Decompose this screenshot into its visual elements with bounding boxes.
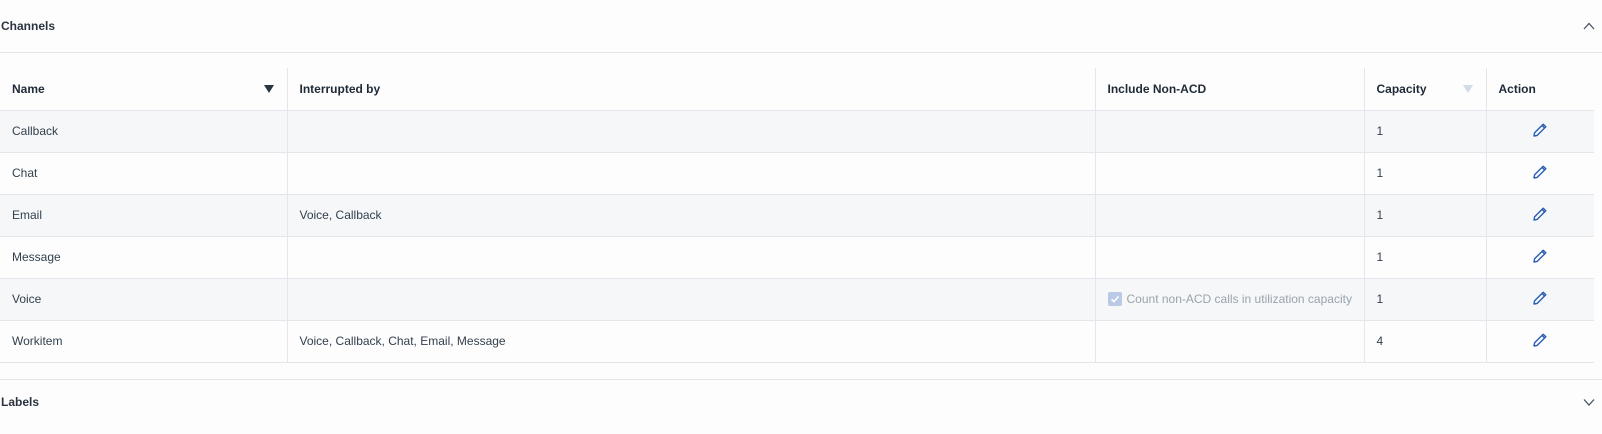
cell-interrupted-by: Voice, Callback, Chat, Email, Message	[286, 320, 1095, 363]
count-non-acd-checkbox-wrap: Count non-ACD calls in utilization capac…	[1107, 291, 1352, 306]
sort-descending-icon[interactable]	[263, 84, 275, 94]
chevron-down-icon[interactable]	[1582, 395, 1596, 409]
cell-interrupted-by	[286, 152, 1095, 195]
cell-name: Email	[0, 194, 287, 237]
table-row: Email Voice, Callback 1	[0, 194, 1594, 237]
labels-section-header[interactable]: Labels	[0, 378, 1602, 425]
cell-action	[1485, 110, 1594, 153]
cell-action	[1485, 152, 1594, 195]
count-non-acd-label: Count non-ACD calls in utilization capac…	[1126, 291, 1352, 306]
cell-interrupted-by: Voice, Callback	[286, 194, 1095, 237]
column-header-name[interactable]: Name	[0, 68, 287, 111]
channels-section-header[interactable]: Channels	[0, 0, 1602, 53]
table-row: Callback 1	[0, 110, 1594, 153]
cell-name: Callback	[0, 110, 287, 153]
edit-workitem-button[interactable]	[1531, 331, 1549, 349]
edit-email-button[interactable]	[1531, 205, 1549, 223]
sort-inactive-icon[interactable]	[1462, 84, 1474, 94]
cell-capacity: 1	[1363, 278, 1486, 321]
chevron-up-icon[interactable]	[1582, 19, 1596, 33]
channels-section-title: Channels	[1, 19, 56, 33]
cell-capacity: 1	[1363, 236, 1486, 279]
cell-name: Message	[0, 236, 287, 279]
column-header-capacity[interactable]: Capacity	[1363, 68, 1486, 111]
cell-action	[1485, 320, 1594, 363]
column-header-name-label: Name	[12, 81, 45, 96]
column-header-capacity-label: Capacity	[1376, 81, 1427, 96]
cell-name: Voice	[0, 278, 287, 321]
edit-chat-button[interactable]	[1531, 163, 1549, 181]
edit-message-button[interactable]	[1531, 247, 1549, 265]
table-row: Workitem Voice, Callback, Chat, Email, M…	[0, 320, 1594, 363]
edit-callback-button[interactable]	[1531, 121, 1549, 139]
checkmark-icon	[1110, 295, 1119, 303]
cell-action	[1485, 194, 1594, 237]
cell-interrupted-by	[286, 236, 1095, 279]
labels-section-title: Labels	[1, 395, 40, 409]
channels-section: Channels Name Interrupted by Include Non…	[0, 0, 1602, 363]
column-header-include-non-acd: Include Non-ACD	[1094, 68, 1364, 111]
cell-include-non-acd	[1094, 320, 1364, 363]
count-non-acd-checkbox[interactable]	[1107, 291, 1122, 306]
cell-capacity: 1	[1363, 152, 1486, 195]
cell-capacity: 4	[1363, 320, 1486, 363]
column-header-action-label: Action	[1498, 81, 1536, 96]
edit-voice-button[interactable]	[1531, 289, 1549, 307]
cell-action	[1485, 278, 1594, 321]
cell-include-non-acd	[1094, 236, 1364, 279]
cell-include-non-acd	[1094, 152, 1364, 195]
cell-interrupted-by	[286, 110, 1095, 153]
column-header-interrupted-by: Interrupted by	[286, 68, 1095, 111]
table-row: Voice Count non-ACD calls in utilization…	[0, 278, 1594, 321]
cell-capacity: 1	[1363, 110, 1486, 153]
pencil-icon	[1533, 207, 1547, 221]
cell-capacity: 1	[1363, 194, 1486, 237]
pencil-icon	[1533, 123, 1547, 137]
cell-name: Workitem	[0, 320, 287, 363]
cell-include-non-acd	[1094, 110, 1364, 153]
cell-interrupted-by	[286, 278, 1095, 321]
channels-table-wrapper: Name Interrupted by Include Non-ACD Capa…	[0, 68, 1594, 363]
cell-action	[1485, 236, 1594, 279]
pencil-icon	[1533, 333, 1547, 347]
table-row: Chat 1	[0, 152, 1594, 195]
column-header-action: Action	[1485, 68, 1594, 111]
cell-include-non-acd	[1094, 194, 1364, 237]
column-header-interrupted-by-label: Interrupted by	[299, 81, 381, 96]
pencil-icon	[1533, 291, 1547, 305]
cell-include-non-acd: Count non-ACD calls in utilization capac…	[1094, 278, 1364, 321]
channels-table: Name Interrupted by Include Non-ACD Capa…	[0, 68, 1594, 363]
table-row: Message 1	[0, 236, 1594, 279]
pencil-icon	[1533, 249, 1547, 263]
cell-name: Chat	[0, 152, 287, 195]
column-header-include-non-acd-label: Include Non-ACD	[1107, 81, 1207, 96]
table-header-row: Name Interrupted by Include Non-ACD Capa…	[0, 68, 1594, 111]
pencil-icon	[1533, 165, 1547, 179]
